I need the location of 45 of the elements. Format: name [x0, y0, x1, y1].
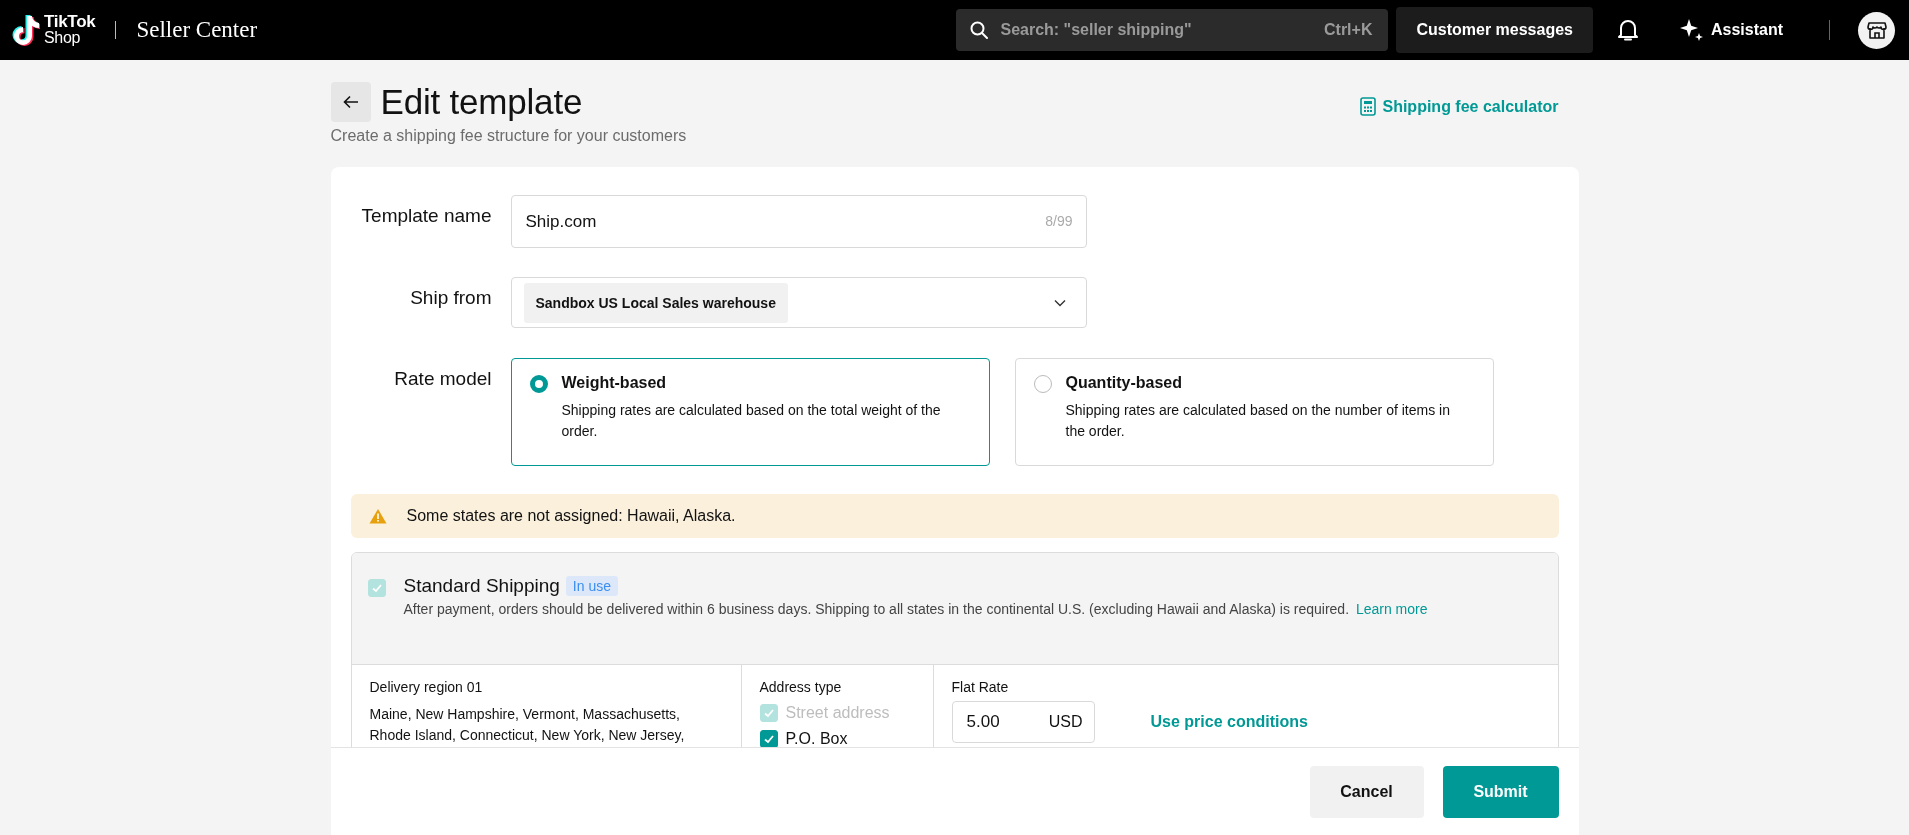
currency-label: USD: [1048, 713, 1083, 731]
page-title: Edit template: [380, 82, 583, 122]
field-label: Rate model: [393, 367, 492, 390]
logo-text: TikTok: [44, 14, 96, 30]
calculator-icon: [1360, 97, 1377, 116]
bell-icon[interactable]: [1616, 18, 1639, 42]
logo-text: Shop: [44, 30, 82, 46]
store-icon: [1866, 20, 1887, 40]
checkbox-label: Street address: [785, 704, 890, 722]
rate-model-option[interactable]: Weight-based Shipping rates are calculated based on the total weight of the order.: [510, 358, 990, 466]
search-icon: [970, 21, 989, 39]
check-icon: [762, 733, 775, 745]
shipping-description: After payment, orders should be delivered within 6 business days. Shipping to all states in the continental U.S. (excluding Hawaii and Alaska) is required. Learn more: [403, 601, 1429, 617]
tiktok-note-icon: [12, 14, 40, 46]
option-title: Weight-based: [561, 374, 668, 393]
shortcut-hint: Ctrl+K: [1324, 21, 1373, 39]
selected-warehouse-tag: Sandbox US Local Sales warehouse: [523, 282, 788, 323]
field-label: Ship from: [409, 286, 492, 309]
store-avatar[interactable]: [1858, 11, 1895, 49]
assistant-button[interactable]: Assistant: [1678, 17, 1783, 43]
column-title: Flat Rate: [951, 679, 1009, 695]
radio-button[interactable]: [529, 375, 548, 393]
column-title: Address type: [759, 679, 842, 695]
checkbox-label: P.O. Box: [785, 730, 848, 748]
status-badge: In use: [565, 576, 618, 596]
region-states: Maine, New Hampshire, Vermont, Massachusetts, Rhode Island, Connecticut, New York, New Jersey,: [369, 705, 686, 745]
character-counter: 8/99: [1045, 213, 1073, 229]
back-arrow-icon: [342, 95, 359, 109]
back-button[interactable]: [330, 82, 371, 122]
page-subtitle: Create a shipping fee structure for your customers: [330, 127, 687, 145]
chevron-down-icon: [1053, 298, 1066, 307]
option-title: Quantity-based: [1065, 374, 1183, 393]
warning-icon: [368, 508, 387, 524]
option-description: Shipping rates are calculated based on the total weight of the order.: [561, 401, 942, 441]
cancel-button[interactable]: Cancel: [1309, 765, 1424, 818]
rate-model-option[interactable]: Quantity-based Shipping rates are calculated based on the number of items in the order.: [1014, 358, 1494, 466]
submit-button[interactable]: Submit: [1442, 765, 1559, 818]
product-name: Seller Center: [136, 17, 258, 43]
ship-from-dropdown[interactable]: Sandbox US Local Sales warehouse: [510, 277, 1087, 328]
field-label: Template name: [360, 204, 492, 227]
shipping-title: Standard Shipping: [403, 575, 560, 597]
option-description: Shipping rates are calculated based on the number of items in the order.: [1065, 401, 1451, 441]
warning-text: Some states are not assigned: Hawaii, Alaska.: [406, 507, 736, 525]
region-title: Delivery region 01: [369, 679, 483, 695]
messages-button[interactable]: Customer messages: [1396, 7, 1593, 53]
